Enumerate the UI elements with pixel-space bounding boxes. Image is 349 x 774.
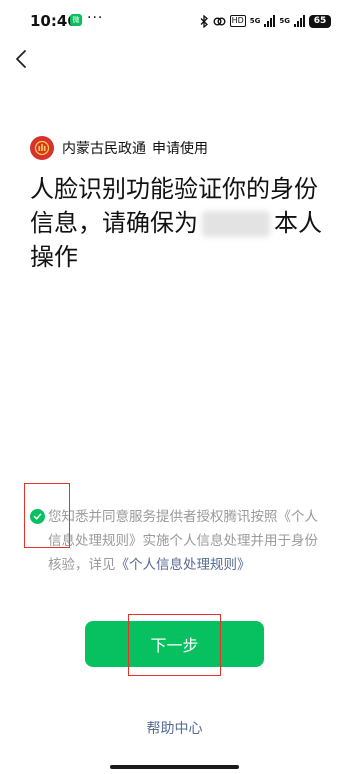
hd-icon: HD [229,15,246,27]
signal-strength-icon-2 [294,15,305,27]
app-apply-text: 申请使用 [152,141,208,157]
link-icon [213,17,226,25]
page-title: 人脸识别功能验证你的身份信息，请确保为 本人操作 [30,172,330,274]
bluetooth-icon [200,14,208,28]
help-center-link[interactable]: 帮助中心 [0,718,349,738]
battery-icon: 65 [309,14,331,28]
policy-link[interactable]: 《个人信息处理规则》 [116,557,251,573]
consent-text: 您知悉并同意服务提供者授权腾讯按照《个人信息处理规则》实施个人信息处理并用于身份… [30,505,330,577]
status-indicators: HD 5G 5G 65 [200,13,331,29]
annotation-box-checkbox [24,483,70,548]
app-name: 内蒙古民政通 [62,141,146,157]
network-type-1: 5G [249,17,261,25]
more-notifications-icon: ··· [87,10,104,26]
requesting-app: 内蒙古民政通 申请使用 [30,135,208,161]
network-type-2: 5G [279,17,290,25]
masked-name [202,211,270,237]
wechat-notification-icon: 微 [70,14,82,26]
consent-text-before: 您知悉并同意服务提供者授权腾讯按照 [48,509,278,525]
status-bar: 10:46 微 ··· HD 5G 5G 65 [0,0,349,40]
signal-strength-icon-1 [264,15,276,27]
emblem-icon [34,140,50,156]
chevron-left-icon [16,50,26,68]
home-indicator[interactable] [110,765,239,769]
back-button[interactable] [8,46,34,72]
app-logo [30,136,54,160]
annotation-box-next [128,614,221,676]
consent-section: 您知悉并同意服务提供者授权腾讯按照《个人信息处理规则》实施个人信息处理并用于身份… [30,505,330,577]
